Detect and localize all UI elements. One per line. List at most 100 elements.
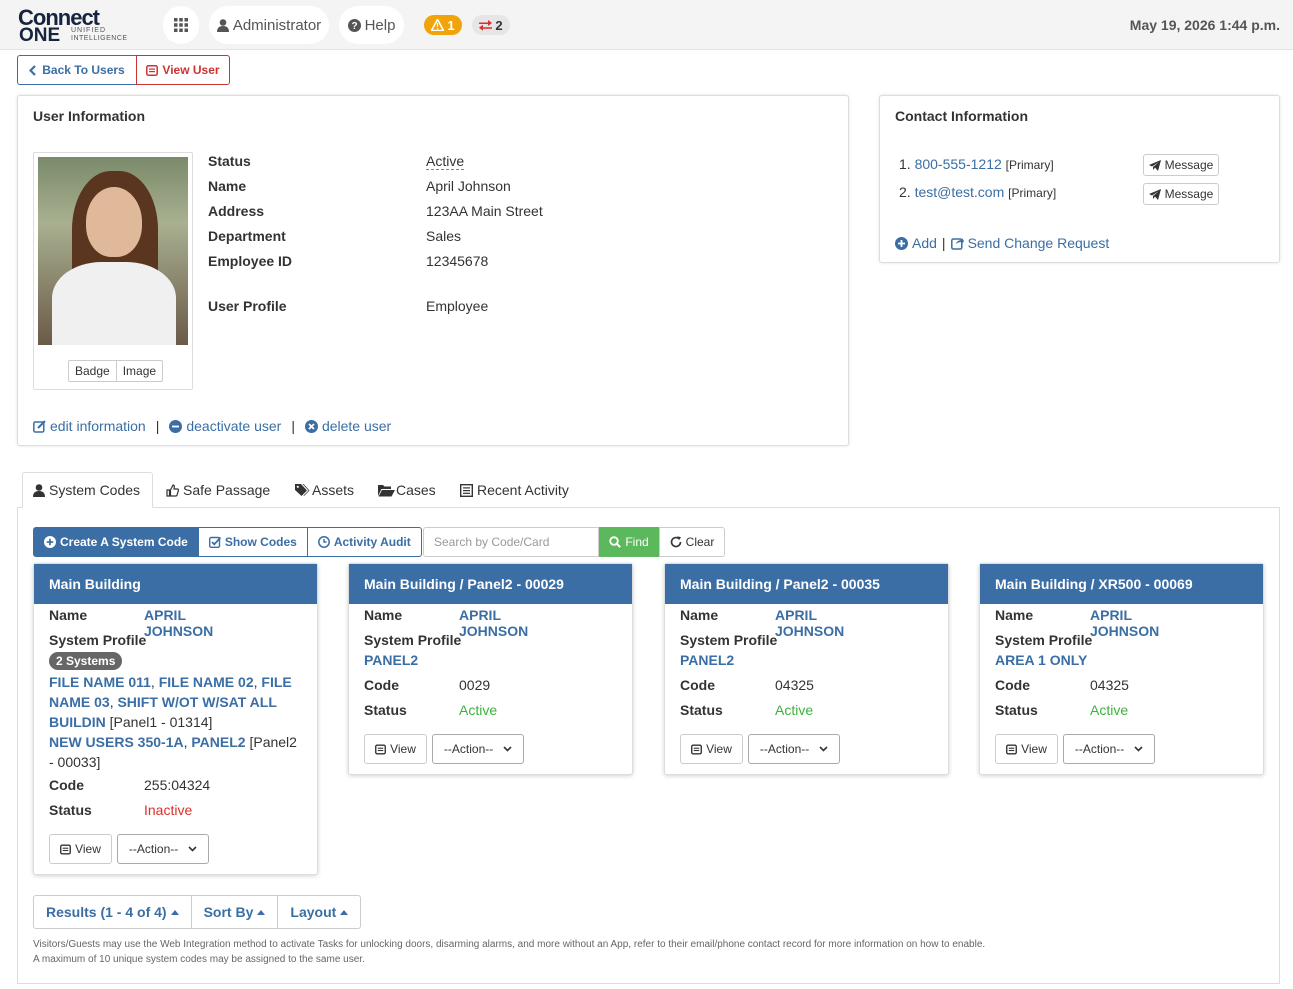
logo-sub2: INTELLIGENCE: [71, 35, 128, 42]
card-name-label: Name: [995, 607, 1034, 623]
card-view-button[interactable]: View: [364, 734, 427, 764]
edit-icon: [33, 419, 46, 433]
card-status-label: Status: [49, 802, 92, 818]
apps-grid-button[interactable]: [163, 6, 199, 44]
card-name-row: Name APRIL JOHNSON: [49, 607, 213, 639]
card-profile-row: PANEL2: [680, 652, 734, 668]
clock-icon: [317, 536, 330, 548]
profile-link[interactable]: SHIFT W/OT W/SAT ALL: [117, 694, 276, 710]
card-status-row: Status Inactive: [49, 802, 192, 818]
view-user-button[interactable]: View User: [136, 55, 230, 85]
activity-audit-button[interactable]: Activity Audit: [307, 527, 422, 557]
user-icon: [216, 18, 229, 32]
card-view-button[interactable]: View: [49, 834, 112, 864]
card-view-button[interactable]: View: [995, 734, 1058, 764]
codes-button-group: Create A System Code Show Codes Activity…: [33, 527, 422, 557]
profile-link[interactable]: AREA 1 ONLY: [995, 652, 1087, 668]
card-action-select[interactable]: --Action--: [432, 734, 524, 764]
photo-face: [86, 187, 142, 257]
back-to-users-button[interactable]: Back To Users: [17, 55, 137, 85]
id-card-icon: [375, 744, 387, 754]
profile-link[interactable]: FILE: [261, 674, 291, 690]
profile-link[interactable]: PANEL2: [191, 734, 245, 750]
card-code-row: Code 04325: [680, 677, 814, 693]
tab-label: System Codes: [49, 482, 141, 498]
tab-cases[interactable]: Cases: [378, 472, 436, 508]
sort-by-dropdown[interactable]: Sort By: [192, 896, 279, 928]
profile-link[interactable]: NEW USERS 350-1A: [49, 734, 184, 750]
primary-tag: [Primary]: [1005, 158, 1054, 172]
message-button[interactable]: Message: [1143, 183, 1219, 205]
card-view-button[interactable]: View: [680, 734, 743, 764]
card-title: Main Building / XR500 - 00069: [980, 564, 1263, 604]
card-system-profile-label: System Profile: [995, 632, 1092, 648]
profile-link[interactable]: PANEL2: [364, 652, 418, 668]
contact-information-title: Contact Information: [895, 108, 1028, 124]
card-action-select[interactable]: --Action--: [1063, 734, 1155, 764]
send-change-request-link[interactable]: Send Change Request: [950, 235, 1109, 251]
profile-link[interactable]: FILE NAME 02: [159, 674, 254, 690]
grid-icon: [174, 18, 188, 32]
tab-assets[interactable]: Assets: [295, 472, 354, 508]
contact-phone-link[interactable]: 800-555-1212: [915, 156, 1002, 172]
card-name-value[interactable]: APRIL JOHNSON: [1090, 607, 1159, 639]
clear-label: Clear: [685, 535, 715, 549]
show-codes-button[interactable]: Show Codes: [198, 527, 308, 557]
message-button[interactable]: Message: [1143, 154, 1219, 176]
edit-information-label: edit information: [50, 418, 146, 434]
image-button[interactable]: Image: [116, 360, 164, 382]
badge-button[interactable]: Badge: [68, 360, 117, 382]
card-system-profile-label: System Profile: [680, 632, 777, 648]
max-codes-note: A maximum of 10 unique system codes may …: [33, 954, 365, 965]
edit-information-link[interactable]: edit information: [33, 418, 146, 434]
card-system-profile-label: System Profile: [364, 632, 461, 648]
card-code-label: Code: [680, 677, 715, 693]
user-profile-link[interactable]: Employee: [426, 298, 488, 314]
profile-link[interactable]: PANEL2: [680, 652, 734, 668]
tab-safe-passage[interactable]: Safe Passage: [166, 472, 270, 508]
profile-link[interactable]: FILE NAME 011: [49, 674, 151, 690]
exchange-icon: [479, 19, 493, 31]
status-value[interactable]: Active: [426, 153, 465, 170]
top-bar: Connect ONE UNIFIED INTELLIGENCE Adminis…: [0, 0, 1293, 50]
card-name-value[interactable]: APRIL JOHNSON: [144, 607, 213, 639]
deactivate-user-link[interactable]: deactivate user: [169, 418, 281, 434]
layout-dropdown[interactable]: Layout: [278, 896, 360, 928]
add-contact-link[interactable]: Add: [895, 235, 937, 251]
results-dropdown[interactable]: Results (1 - 4 of 4): [34, 896, 192, 928]
card-name-value[interactable]: APRIL JOHNSON: [775, 607, 844, 639]
find-button[interactable]: Find: [599, 527, 659, 557]
card-status-value: Inactive: [144, 802, 193, 818]
contact-actions: Add | Send Change Request: [895, 235, 1109, 251]
tab-system-codes[interactable]: System Codes: [22, 472, 153, 508]
alerts-badge[interactable]: 1: [424, 15, 462, 35]
card-status-label: Status: [364, 702, 407, 718]
tab-recent-activity[interactable]: Recent Activity: [460, 472, 569, 508]
contact-email-link[interactable]: test@test.com: [915, 184, 1005, 200]
card-name-row: Name APRIL JOHNSON: [680, 607, 844, 639]
address-value: 123AA Main Street: [426, 203, 543, 219]
profile-link[interactable]: BUILDIN: [49, 714, 106, 730]
delete-user-label: delete user: [321, 418, 392, 434]
profile-link[interactable]: NAME 03: [49, 694, 110, 710]
search-code-input[interactable]: Search by Code/Card: [423, 527, 599, 557]
card-action-select[interactable]: --Action--: [117, 834, 209, 864]
card-code-value: 04325: [775, 677, 814, 693]
connect-one-logo[interactable]: Connect ONE UNIFIED INTELLIGENCE: [18, 7, 143, 46]
card-action-label: --Action--: [443, 742, 494, 756]
user-actions: edit information | deactivate user | del…: [33, 418, 391, 434]
card-action-select[interactable]: --Action--: [748, 734, 840, 764]
help-label: Help: [364, 16, 396, 34]
user-profile-label: User Profile: [208, 298, 287, 314]
card-name-value[interactable]: APRIL JOHNSON: [459, 607, 528, 639]
administrator-menu[interactable]: Administrator: [209, 6, 329, 44]
id-card-icon: [146, 64, 159, 76]
chevron-down-icon: [819, 746, 828, 752]
help-menu[interactable]: ? Help: [339, 6, 404, 44]
create-system-code-button[interactable]: Create A System Code: [33, 527, 199, 557]
clear-button[interactable]: Clear: [659, 527, 725, 557]
delete-user-link[interactable]: delete user: [304, 418, 392, 434]
sync-badge[interactable]: 2: [472, 15, 510, 35]
card-code-row: Code 0029: [364, 677, 490, 693]
systems-badge-text: 2 Systems: [49, 652, 123, 670]
